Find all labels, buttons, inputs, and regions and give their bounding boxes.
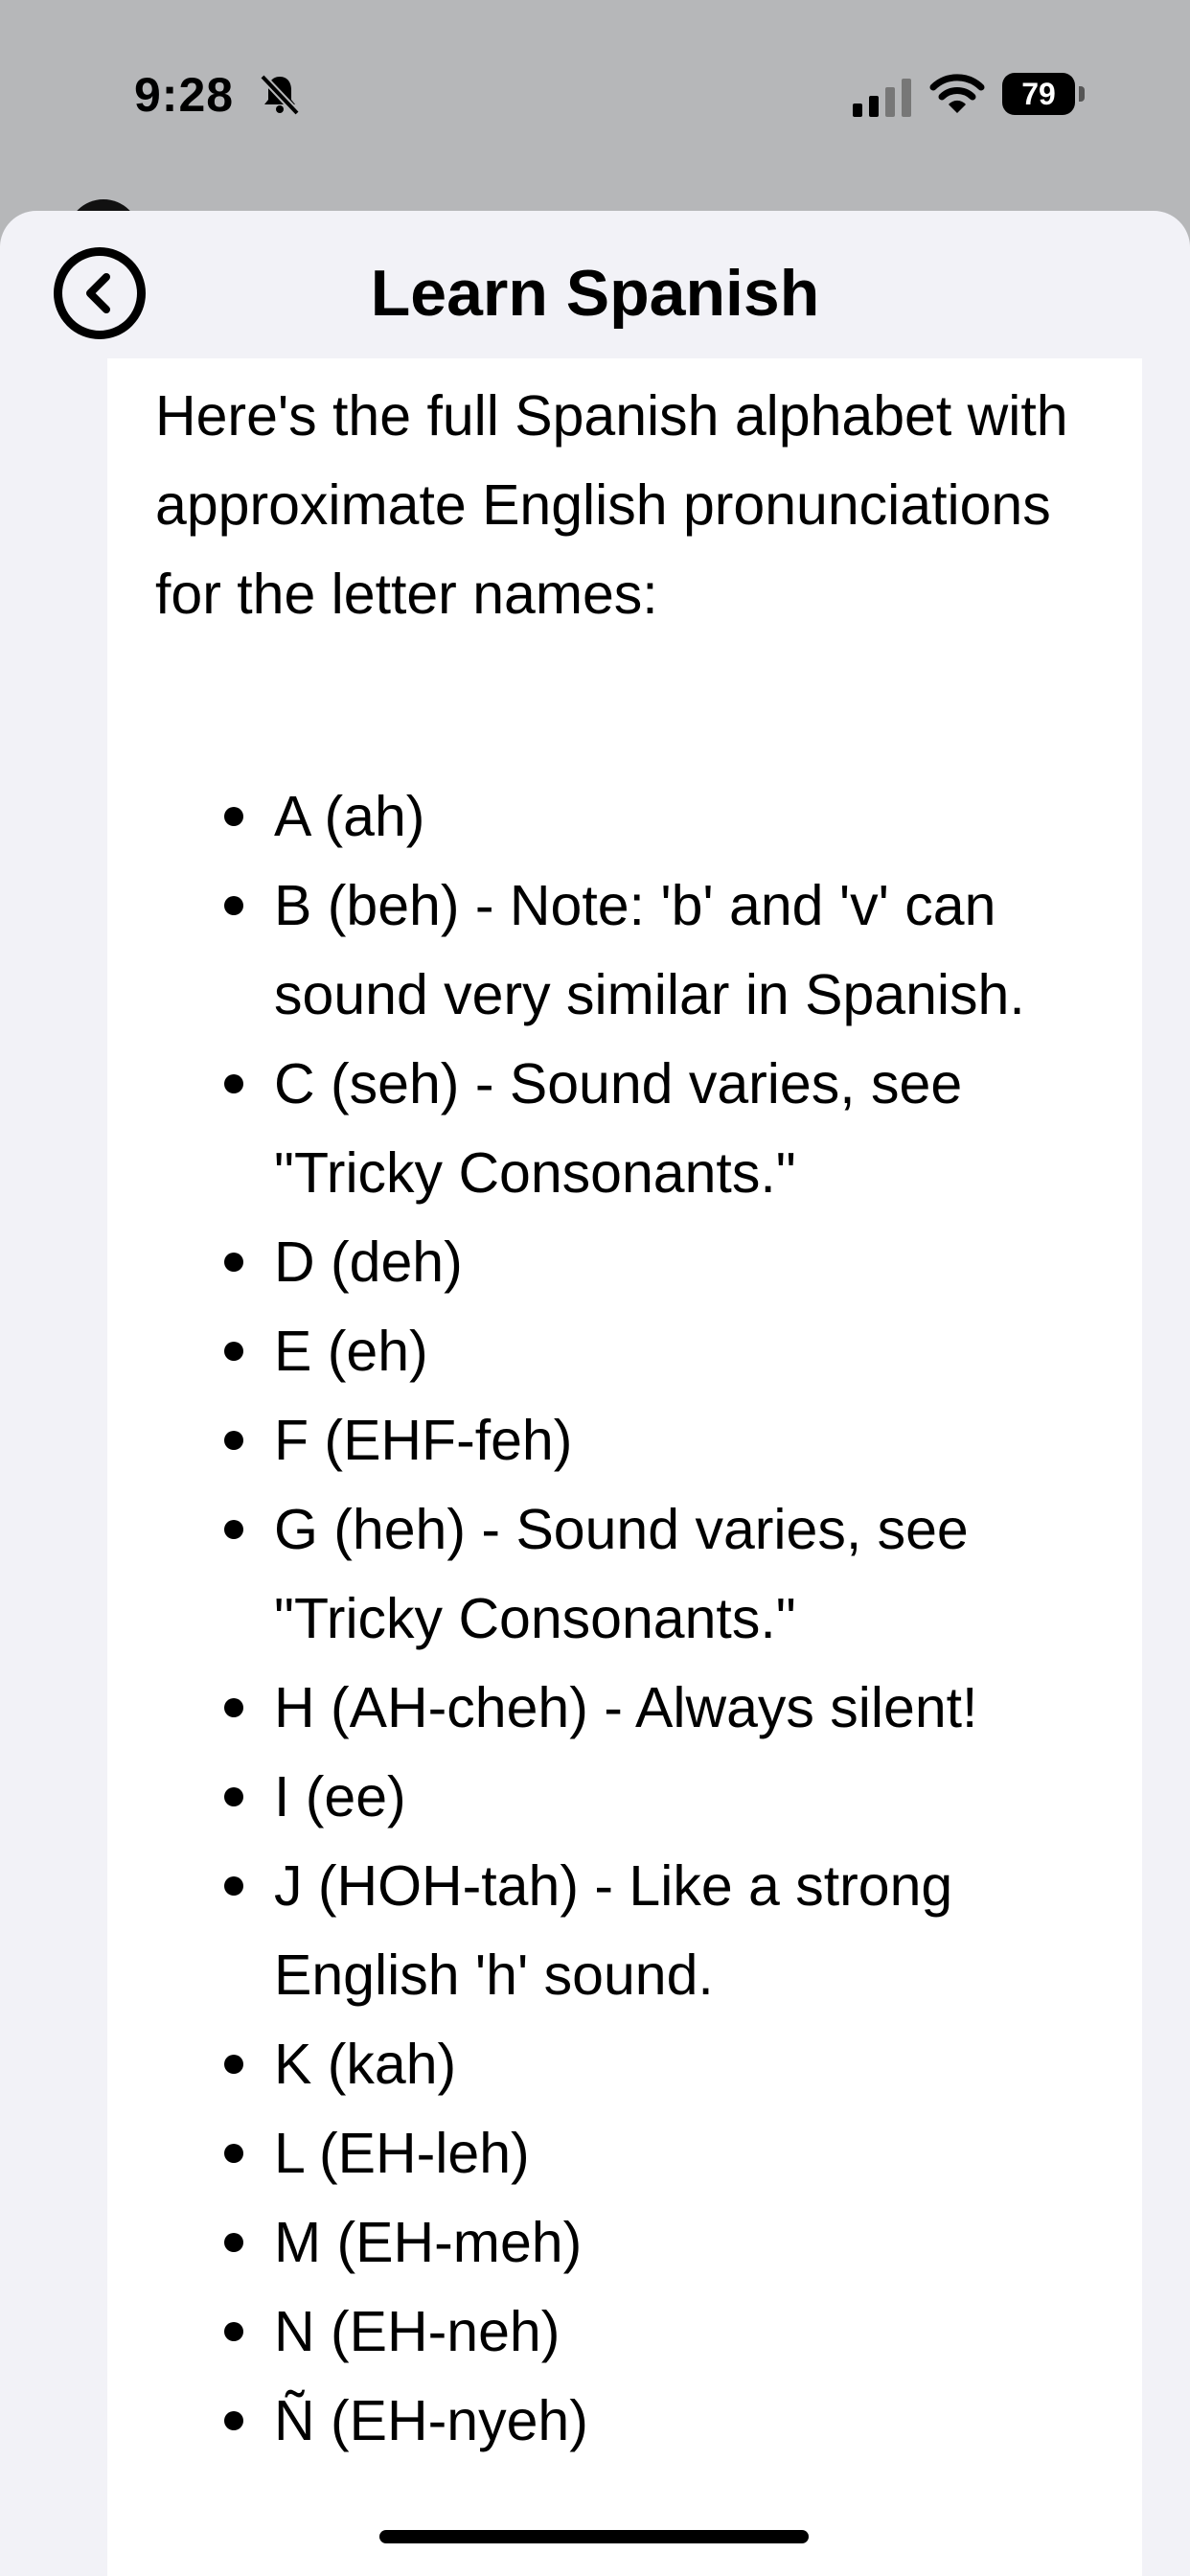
back-button[interactable] <box>54 247 146 339</box>
battery-cap <box>1079 86 1085 102</box>
cellular-signal-icon <box>853 79 911 117</box>
list-item: K (kah) <box>107 2020 1098 2109</box>
intro-text: Here's the full Spanish alphabet with ap… <box>155 384 1068 626</box>
list-item: D (deh) <box>107 1218 1098 1307</box>
list-item: M (EH-meh) <box>107 2198 1098 2288</box>
content-card: Here's the full Spanish alphabet with ap… <box>107 358 1142 2576</box>
alphabet-list: A (ah) B (beh) - Note: 'b' and 'v' can s… <box>107 772 1142 2466</box>
wifi-icon <box>929 74 985 113</box>
list-item: B (beh) - Note: 'b' and 'v' can sound ve… <box>107 862 1098 1040</box>
list-item: H (AH-cheh) - Always silent! <box>107 1664 1098 1753</box>
status-bar: 9:28 79 <box>0 0 1190 192</box>
list-item: Ñ (EH-nyeh) <box>107 2377 1098 2466</box>
list-item: L (EH-leh) <box>107 2109 1098 2198</box>
chevron-left-circle-icon <box>86 273 110 313</box>
list-item: G (heh) - Sound varies, see "Tricky Cons… <box>107 1485 1098 1664</box>
battery-icon: 79 <box>1002 73 1085 115</box>
list-item: I (ee) <box>107 1753 1098 1842</box>
battery-level: 79 <box>1002 73 1075 115</box>
list-item: C (seh) - Sound varies, see "Tricky Cons… <box>107 1040 1098 1218</box>
list-item: A (ah) <box>107 772 1098 862</box>
list-item: F (EHF-feh) <box>107 1396 1098 1485</box>
home-indicator[interactable] <box>379 2530 809 2543</box>
list-item: J (HOH-tah) - Like a strong English 'h' … <box>107 1842 1098 2020</box>
page-title: Learn Spanish <box>370 257 820 330</box>
list-item: N (EH-neh) <box>107 2288 1098 2377</box>
list-item: E (eh) <box>107 1307 1098 1396</box>
bell-slash-icon <box>260 74 300 116</box>
status-time: 9:28 <box>134 68 235 122</box>
learn-spanish-sheet: Learn Spanish Here's the full Spanish al… <box>0 211 1190 2576</box>
